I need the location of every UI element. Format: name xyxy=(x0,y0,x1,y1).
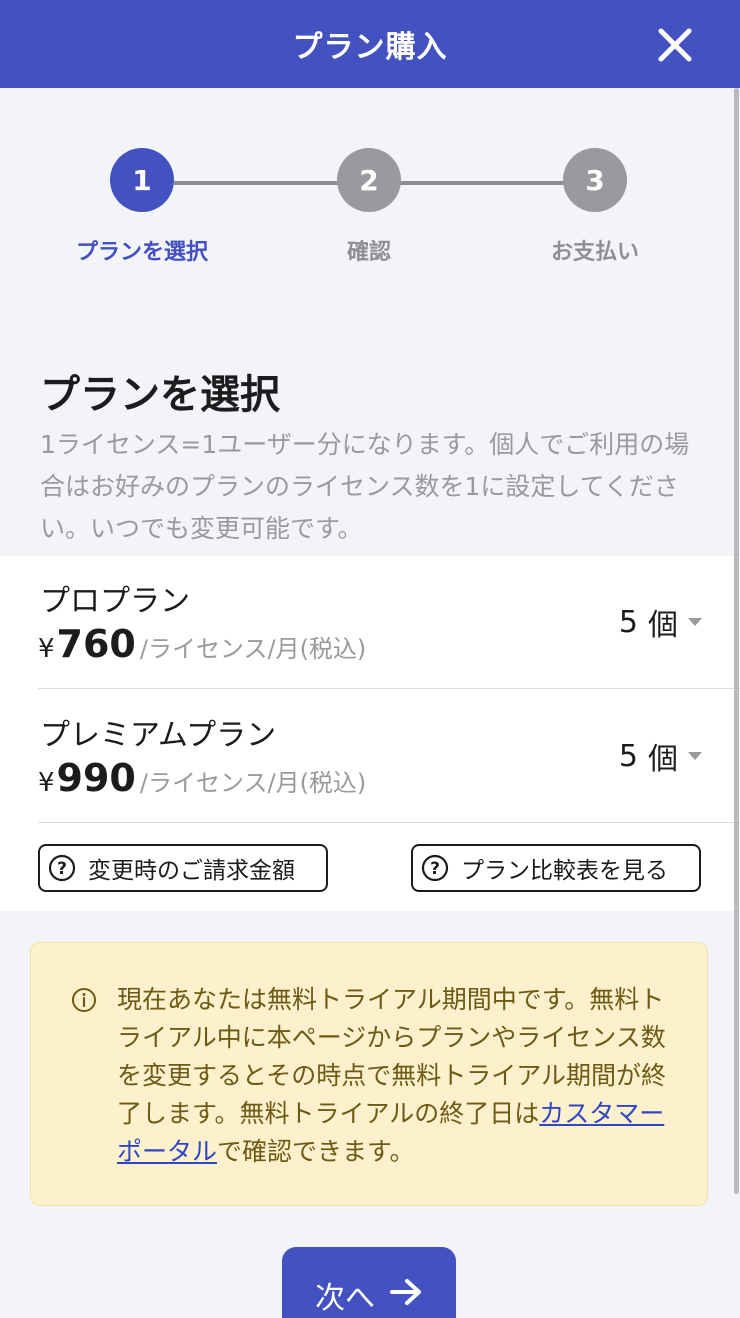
plan-row-premium: プレミアムプラン ¥ 990 /ライセンス/月(税込) 5 個 xyxy=(38,690,740,823)
plan-price: ¥ 990 /ライセンス/月(税込) xyxy=(38,756,366,800)
price-unit: /ライセンス/月(税込) xyxy=(139,769,367,797)
progress-stepper: 1 2 3 プランを選択 確認 お支払い xyxy=(0,148,740,278)
caret-down-icon xyxy=(688,618,702,626)
page-title: プラン購入 xyxy=(292,30,448,65)
svg-text:?: ? xyxy=(57,859,67,879)
arrow-right-icon xyxy=(390,1279,421,1305)
quantity-value: 5 xyxy=(618,604,638,640)
step-2-circle: 2 xyxy=(337,148,401,212)
plan-name: プレミアムプラン xyxy=(40,718,277,753)
notice-text-after: で確認できます。 xyxy=(217,1137,415,1166)
plans-card: プロプラン ¥ 760 /ライセンス/月(税込) 5 個 プレミアムプラン ¥ … xyxy=(0,556,740,911)
currency-symbol: ¥ xyxy=(38,634,55,664)
notice-text: 現在あなたは無料トライアル期間中です。無料トライアル中に本ページからプランやライ… xyxy=(117,981,687,1171)
question-circle-icon: ? xyxy=(421,854,449,882)
caret-down-icon xyxy=(688,752,702,760)
svg-text:?: ? xyxy=(430,859,440,879)
quantity-select-pro[interactable]: 5 個 xyxy=(619,600,702,644)
plan-row-pro: プロプラン ¥ 760 /ライセンス/月(税込) 5 個 xyxy=(38,556,740,689)
step-1-label: プランを選択 xyxy=(75,240,208,265)
scrollbar[interactable] xyxy=(734,88,739,1194)
quantity-unit: 個 xyxy=(648,608,678,643)
question-circle-icon: ? xyxy=(48,854,76,882)
billing-amount-label: 変更時のご請求金額 xyxy=(88,858,295,884)
next-button[interactable]: 次へ xyxy=(282,1247,456,1318)
compare-plans-button[interactable]: ? プラン比較表を見る xyxy=(411,844,701,892)
price-amount: 760 xyxy=(56,622,136,666)
step-3-circle: 3 xyxy=(563,148,627,212)
compare-plans-label: プラン比較表を見る xyxy=(461,858,668,884)
close-button[interactable] xyxy=(652,22,698,68)
price-amount: 990 xyxy=(56,756,136,800)
section-title: プランを選択 xyxy=(40,372,280,418)
quantity-value: 5 xyxy=(618,738,638,774)
plan-price: ¥ 760 /ライセンス/月(税込) xyxy=(38,622,366,666)
step-1-circle: 1 xyxy=(110,148,174,212)
trial-notice: 現在あなたは無料トライアル期間中です。無料トライアル中に本ページからプランやライ… xyxy=(30,942,708,1206)
quantity-unit: 個 xyxy=(648,742,678,777)
section-description: 1ライセンス=1ユーザー分になります。個人でご利用の場合はお好みのプランのライセ… xyxy=(40,430,690,543)
plan-name: プロプラン xyxy=(40,584,190,619)
price-unit: /ライセンス/月(税込) xyxy=(139,635,367,663)
next-label: 次へ xyxy=(315,1281,375,1316)
info-icon xyxy=(72,988,96,1012)
step-3-label: お支払い xyxy=(550,240,639,265)
step-connector xyxy=(174,181,338,185)
close-icon xyxy=(658,28,692,62)
quantity-select-premium[interactable]: 5 個 xyxy=(619,734,702,778)
currency-symbol: ¥ xyxy=(38,768,55,798)
step-2-label: 確認 xyxy=(346,240,391,265)
step-connector xyxy=(400,181,564,185)
billing-amount-button[interactable]: ? 変更時のご請求金額 xyxy=(38,844,328,892)
header-bar: プラン購入 xyxy=(0,0,740,88)
